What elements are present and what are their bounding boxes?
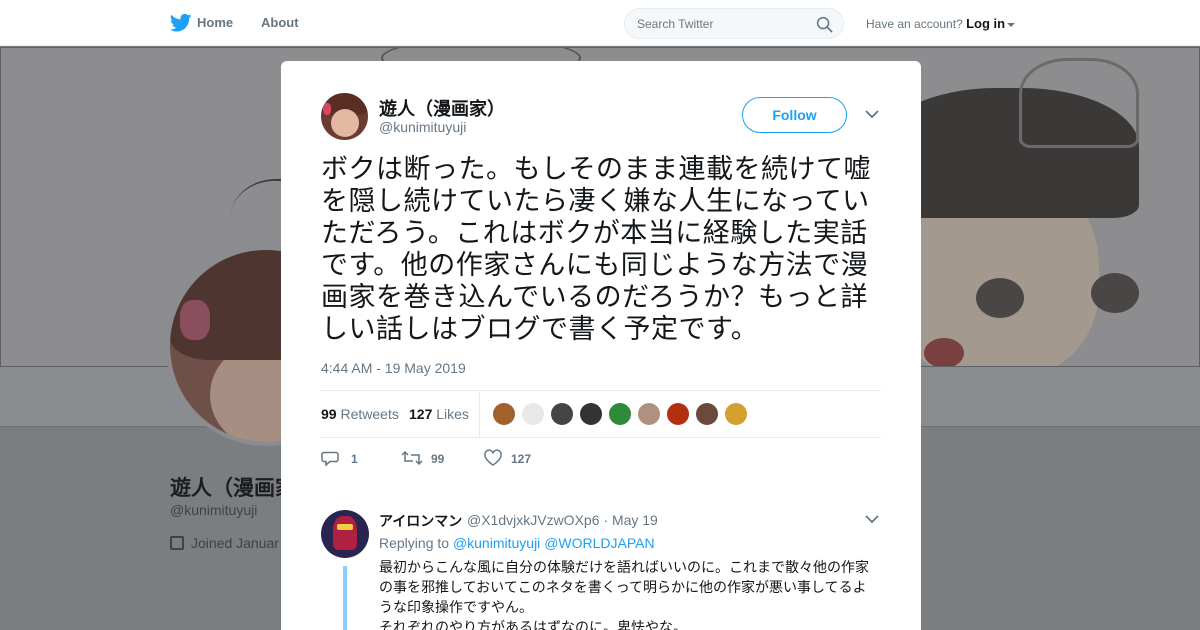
liker-avatar[interactable]	[493, 403, 515, 425]
close-icon[interactable]	[1154, 12, 1178, 36]
replying-to: Replying to @kunimituyuji @WORLDJAPAN	[379, 535, 655, 551]
reply-author-handle[interactable]: @X1dvjxkJVzwOXp6	[467, 512, 599, 528]
avatar-art	[180, 300, 210, 340]
avatar-art	[333, 516, 357, 550]
banner-art	[976, 278, 1024, 318]
retweet-icon	[401, 450, 423, 466]
login-link[interactable]: Log in	[966, 16, 1005, 31]
heart-icon	[484, 449, 502, 466]
reply-author-name[interactable]: アイロンマン	[379, 511, 462, 531]
calendar-icon	[170, 536, 184, 550]
banner-art	[1019, 58, 1139, 148]
retweets-count: 99	[321, 406, 337, 422]
like-count: 127	[511, 452, 532, 466]
tweet-author-avatar[interactable]	[321, 93, 368, 140]
joined-text: Joined Januar	[191, 535, 279, 551]
tweet-timestamp[interactable]: 4:44 AM - 19 May 2019	[321, 360, 466, 376]
reply-date[interactable]: May 19	[612, 512, 658, 528]
liker-avatar[interactable]	[522, 403, 544, 425]
retweets-label: Retweets	[340, 406, 399, 422]
retweets-stat[interactable]: 99 Retweets	[321, 406, 399, 422]
chevron-down-icon[interactable]	[865, 514, 879, 524]
reply-icon	[321, 451, 339, 467]
liker-avatar[interactable]	[609, 403, 631, 425]
banner-art	[1091, 273, 1139, 313]
liker-avatar[interactable]	[551, 403, 573, 425]
liker-avatar[interactable]	[667, 403, 689, 425]
liker-avatar[interactable]	[580, 403, 602, 425]
twitter-bird-icon[interactable]	[170, 13, 192, 33]
likes-label: Likes	[436, 406, 469, 422]
likes-stat[interactable]: 127 Likes	[409, 406, 469, 422]
profile-joined-date: Joined Januar	[170, 535, 279, 551]
nav-about-link[interactable]: About	[261, 15, 299, 30]
stats-divider	[479, 391, 480, 437]
nav-home-link[interactable]: Home	[197, 15, 233, 30]
banner-art	[924, 338, 964, 366]
tweet-text: ボクは断った。もしそのまま連載を続けて嘘を隠し続けていたら凄く嫌な人生になってい…	[321, 154, 871, 344]
liker-avatar[interactable]	[696, 403, 718, 425]
meta-separator: ·	[603, 512, 609, 528]
avatar-art	[337, 524, 353, 530]
follow-button[interactable]: Follow	[742, 97, 847, 133]
mention-link[interactable]: @kunimituyuji	[453, 535, 540, 551]
account-menu[interactable]: Have an account? Log in	[866, 16, 1016, 31]
account-prompt: Have an account?	[866, 17, 963, 31]
likes-count: 127	[409, 406, 433, 422]
search-icon[interactable]	[816, 16, 833, 33]
retweet-count: 99	[431, 452, 445, 466]
chevron-down-icon[interactable]	[865, 109, 879, 119]
top-navigation-bar: Home About Have an account? Log in	[0, 0, 1200, 46]
thread-line	[343, 566, 347, 630]
tweet-modal: 遊人（漫画家） @kunimituyuji Follow ボクは断った。もしその…	[281, 61, 921, 630]
caret-down-icon[interactable]	[1007, 22, 1016, 27]
liker-avatar[interactable]	[638, 403, 660, 425]
replying-to-label: Replying to	[379, 535, 450, 551]
reply-author-avatar[interactable]	[321, 510, 369, 558]
reply-text: 最初からこんな風に自分の体験だけを語ればいいのに。これまで散々他の作家の事を邪推…	[379, 559, 869, 630]
mention-link[interactable]: @WORLDJAPAN	[544, 535, 654, 551]
tweet-stats: 99 Retweets 127 Likes	[321, 390, 881, 438]
profile-name: 遊人（漫画家	[170, 477, 296, 500]
search-box	[624, 8, 844, 39]
liker-avatar[interactable]	[725, 403, 747, 425]
avatar-art	[323, 103, 331, 115]
tweet-author-name[interactable]: 遊人（漫画家）	[379, 95, 505, 121]
profile-handle[interactable]: @kunimituyuji	[170, 502, 257, 518]
search-input[interactable]	[637, 17, 807, 31]
reply-meta: @X1dvjxkJVzwOXp6 · May 19	[467, 512, 658, 528]
reply-count: 1	[351, 452, 358, 466]
avatar-art	[331, 109, 359, 137]
tweet-author-handle[interactable]: @kunimituyuji	[379, 119, 466, 135]
